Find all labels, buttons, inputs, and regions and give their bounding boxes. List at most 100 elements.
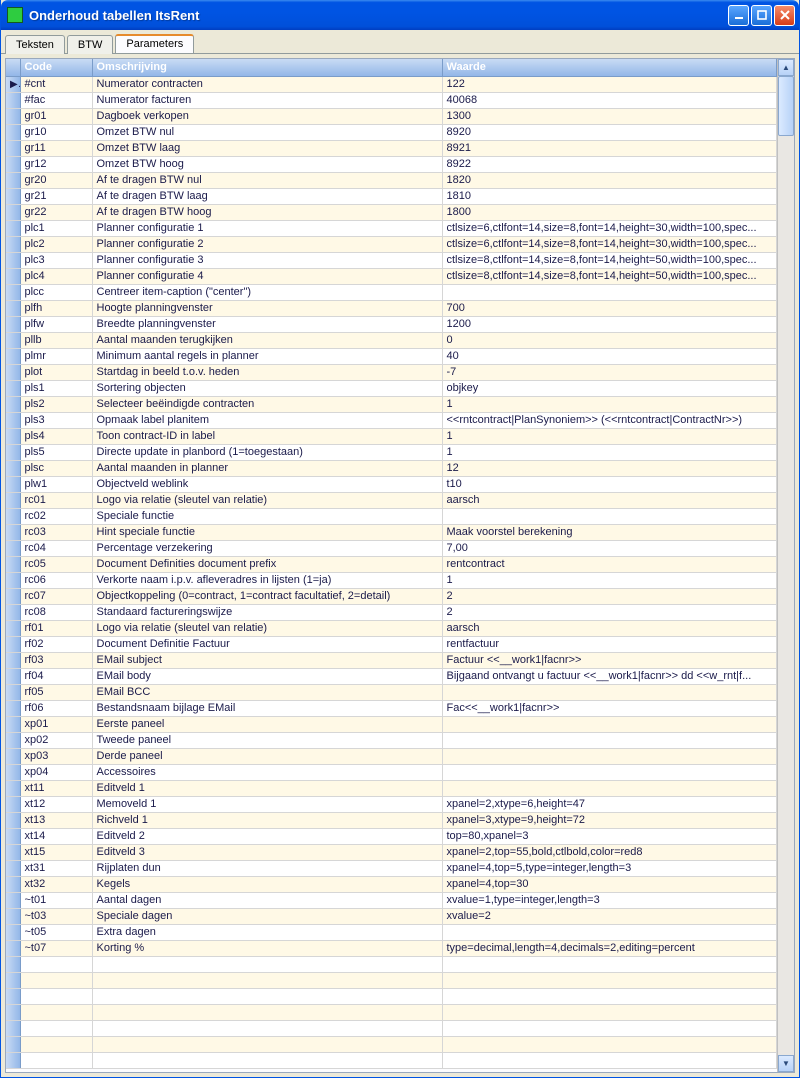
cell-code[interactable]: plc2 [20,236,92,252]
table-row[interactable]: plc3Planner configuratie 3ctlsize=8,ctlf… [6,252,777,268]
cell-desc[interactable] [92,1052,442,1068]
table-row[interactable]: ~t03Speciale dagenxvalue=2 [6,908,777,924]
cell-code[interactable] [20,956,92,972]
cell-code[interactable]: rc06 [20,572,92,588]
cell-value[interactable]: 0 [442,332,777,348]
cell-desc[interactable]: Document Definitie Factuur [92,636,442,652]
table-row-empty[interactable] [6,1004,777,1020]
cell-code[interactable]: xp03 [20,748,92,764]
cell-desc[interactable]: Minimum aantal regels in planner [92,348,442,364]
cell-code[interactable]: rf02 [20,636,92,652]
cell-value[interactable] [442,1036,777,1052]
cell-code[interactable]: plc4 [20,268,92,284]
cell-desc[interactable]: Omzet BTW nul [92,124,442,140]
table-row-empty[interactable] [6,988,777,1004]
scroll-up-button[interactable]: ▲ [778,59,794,76]
cell-code[interactable]: plcc [20,284,92,300]
table-row[interactable]: xp04Accessoires [6,764,777,780]
table-row[interactable]: xp02Tweede paneel [6,732,777,748]
table-row[interactable]: xt15Editveld 3xpanel=2,top=55,bold,ctlbo… [6,844,777,860]
cell-value[interactable]: 700 [442,300,777,316]
cell-value[interactable] [442,988,777,1004]
table-row[interactable]: gr12Omzet BTW hoog8922 [6,156,777,172]
cell-code[interactable]: rf03 [20,652,92,668]
cell-code[interactable]: pls2 [20,396,92,412]
cell-code[interactable]: pllb [20,332,92,348]
cell-value[interactable]: 1 [442,396,777,412]
cell-code[interactable]: gr22 [20,204,92,220]
cell-code[interactable] [20,972,92,988]
table-row[interactable]: xp03Derde paneel [6,748,777,764]
cell-code[interactable]: xt32 [20,876,92,892]
tab-teksten[interactable]: Teksten [5,35,65,54]
cell-code[interactable]: plw1 [20,476,92,492]
table-row[interactable]: plc1Planner configuratie 1ctlsize=6,ctlf… [6,220,777,236]
cell-code[interactable]: plmr [20,348,92,364]
cell-value[interactable] [442,716,777,732]
cell-desc[interactable]: Eerste paneel [92,716,442,732]
cell-value[interactable]: ctlsize=6,ctlfont=14,size=8,font=14,heig… [442,220,777,236]
table-row[interactable]: xt32Kegelsxpanel=4,top=30 [6,876,777,892]
cell-desc[interactable]: EMail subject [92,652,442,668]
table-row[interactable]: ▶#cntNumerator contracten122 [6,76,777,92]
cell-desc[interactable]: Editveld 2 [92,828,442,844]
table-row[interactable]: rf06Bestandsnaam bijlage EMailFac<<__wor… [6,700,777,716]
table-row[interactable]: plscAantal maanden in planner12 [6,460,777,476]
cell-desc[interactable]: Verkorte naam i.p.v. afleveradres in lij… [92,572,442,588]
table-row[interactable]: xt12Memoveld 1xpanel=2,xtype=6,height=47 [6,796,777,812]
table-row[interactable]: rc05Document Definities document prefixr… [6,556,777,572]
table-row[interactable]: rf02Document Definitie Factuurrentfactuu… [6,636,777,652]
cell-value[interactable]: 8922 [442,156,777,172]
cell-code[interactable]: xt31 [20,860,92,876]
cell-value[interactable] [442,780,777,796]
cell-code[interactable]: rc08 [20,604,92,620]
table-row[interactable]: gr01Dagboek verkopen1300 [6,108,777,124]
cell-value[interactable]: ctlsize=8,ctlfont=14,size=8,font=14,heig… [442,252,777,268]
cell-code[interactable]: ~t01 [20,892,92,908]
table-row[interactable]: plfwBreedte planningvenster1200 [6,316,777,332]
table-row-empty[interactable] [6,972,777,988]
cell-code[interactable]: plot [20,364,92,380]
table-row[interactable]: xt31Rijplaten dunxpanel=4,top=5,type=int… [6,860,777,876]
cell-desc[interactable]: Opmaak label planitem [92,412,442,428]
cell-desc[interactable]: Aantal dagen [92,892,442,908]
cell-code[interactable]: gr10 [20,124,92,140]
table-row[interactable]: rc04Percentage verzekering7,00 [6,540,777,556]
table-row[interactable]: rf05EMail BCC [6,684,777,700]
cell-code[interactable]: rf04 [20,668,92,684]
cell-value[interactable]: Fac<<__work1|facnr>> [442,700,777,716]
table-row[interactable]: gr20Af te dragen BTW nul1820 [6,172,777,188]
cell-code[interactable]: plc3 [20,252,92,268]
cell-value[interactable] [442,284,777,300]
cell-code[interactable] [20,1020,92,1036]
cell-desc[interactable]: Aantal maanden terugkijken [92,332,442,348]
cell-code[interactable] [20,1036,92,1052]
cell-value[interactable] [442,508,777,524]
table-row[interactable]: rc07Objectkoppeling (0=contract, 1=contr… [6,588,777,604]
cell-value[interactable] [442,956,777,972]
cell-desc[interactable]: Extra dagen [92,924,442,940]
cell-code[interactable]: rc02 [20,508,92,524]
cell-desc[interactable]: Rijplaten dun [92,860,442,876]
cell-desc[interactable]: Planner configuratie 4 [92,268,442,284]
cell-desc[interactable]: Objectkoppeling (0=contract, 1=contract … [92,588,442,604]
cell-code[interactable]: plfw [20,316,92,332]
table-row[interactable]: pls1Sortering objectenobjkey [6,380,777,396]
cell-desc[interactable]: Editveld 3 [92,844,442,860]
table-row-empty[interactable] [6,1020,777,1036]
cell-value[interactable]: 8920 [442,124,777,140]
cell-desc[interactable]: Accessoires [92,764,442,780]
cell-desc[interactable]: Aantal maanden in planner [92,460,442,476]
table-row[interactable]: rf03EMail subjectFactuur <<__work1|facnr… [6,652,777,668]
cell-desc[interactable] [92,972,442,988]
cell-value[interactable] [442,924,777,940]
cell-value[interactable]: Maak voorstel berekening [442,524,777,540]
cell-value[interactable]: 7,00 [442,540,777,556]
cell-desc[interactable]: Planner configuratie 2 [92,236,442,252]
cell-value[interactable]: 8921 [442,140,777,156]
cell-value[interactable] [442,972,777,988]
cell-desc[interactable]: Kegels [92,876,442,892]
cell-code[interactable] [20,988,92,1004]
close-button[interactable] [774,5,795,26]
cell-desc[interactable]: Hint speciale functie [92,524,442,540]
